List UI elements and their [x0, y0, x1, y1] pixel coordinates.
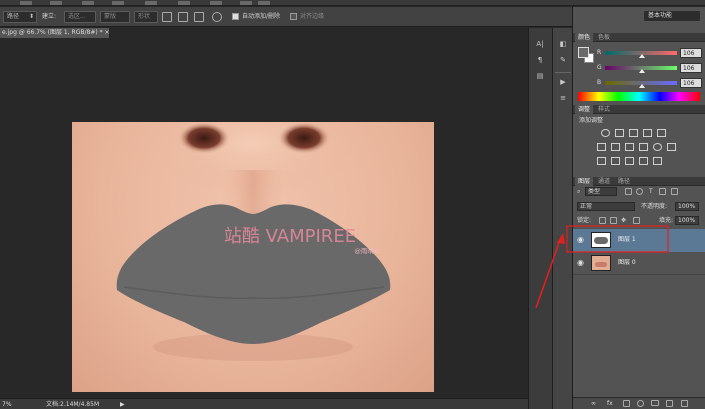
- annotation-arrow-head: [557, 233, 565, 244]
- annotation-arrow-line: [535, 239, 561, 309]
- highlight-box: [566, 225, 669, 253]
- annotation-overlay: [535, 225, 669, 309]
- foreground-color-swatch-top: [578, 47, 589, 58]
